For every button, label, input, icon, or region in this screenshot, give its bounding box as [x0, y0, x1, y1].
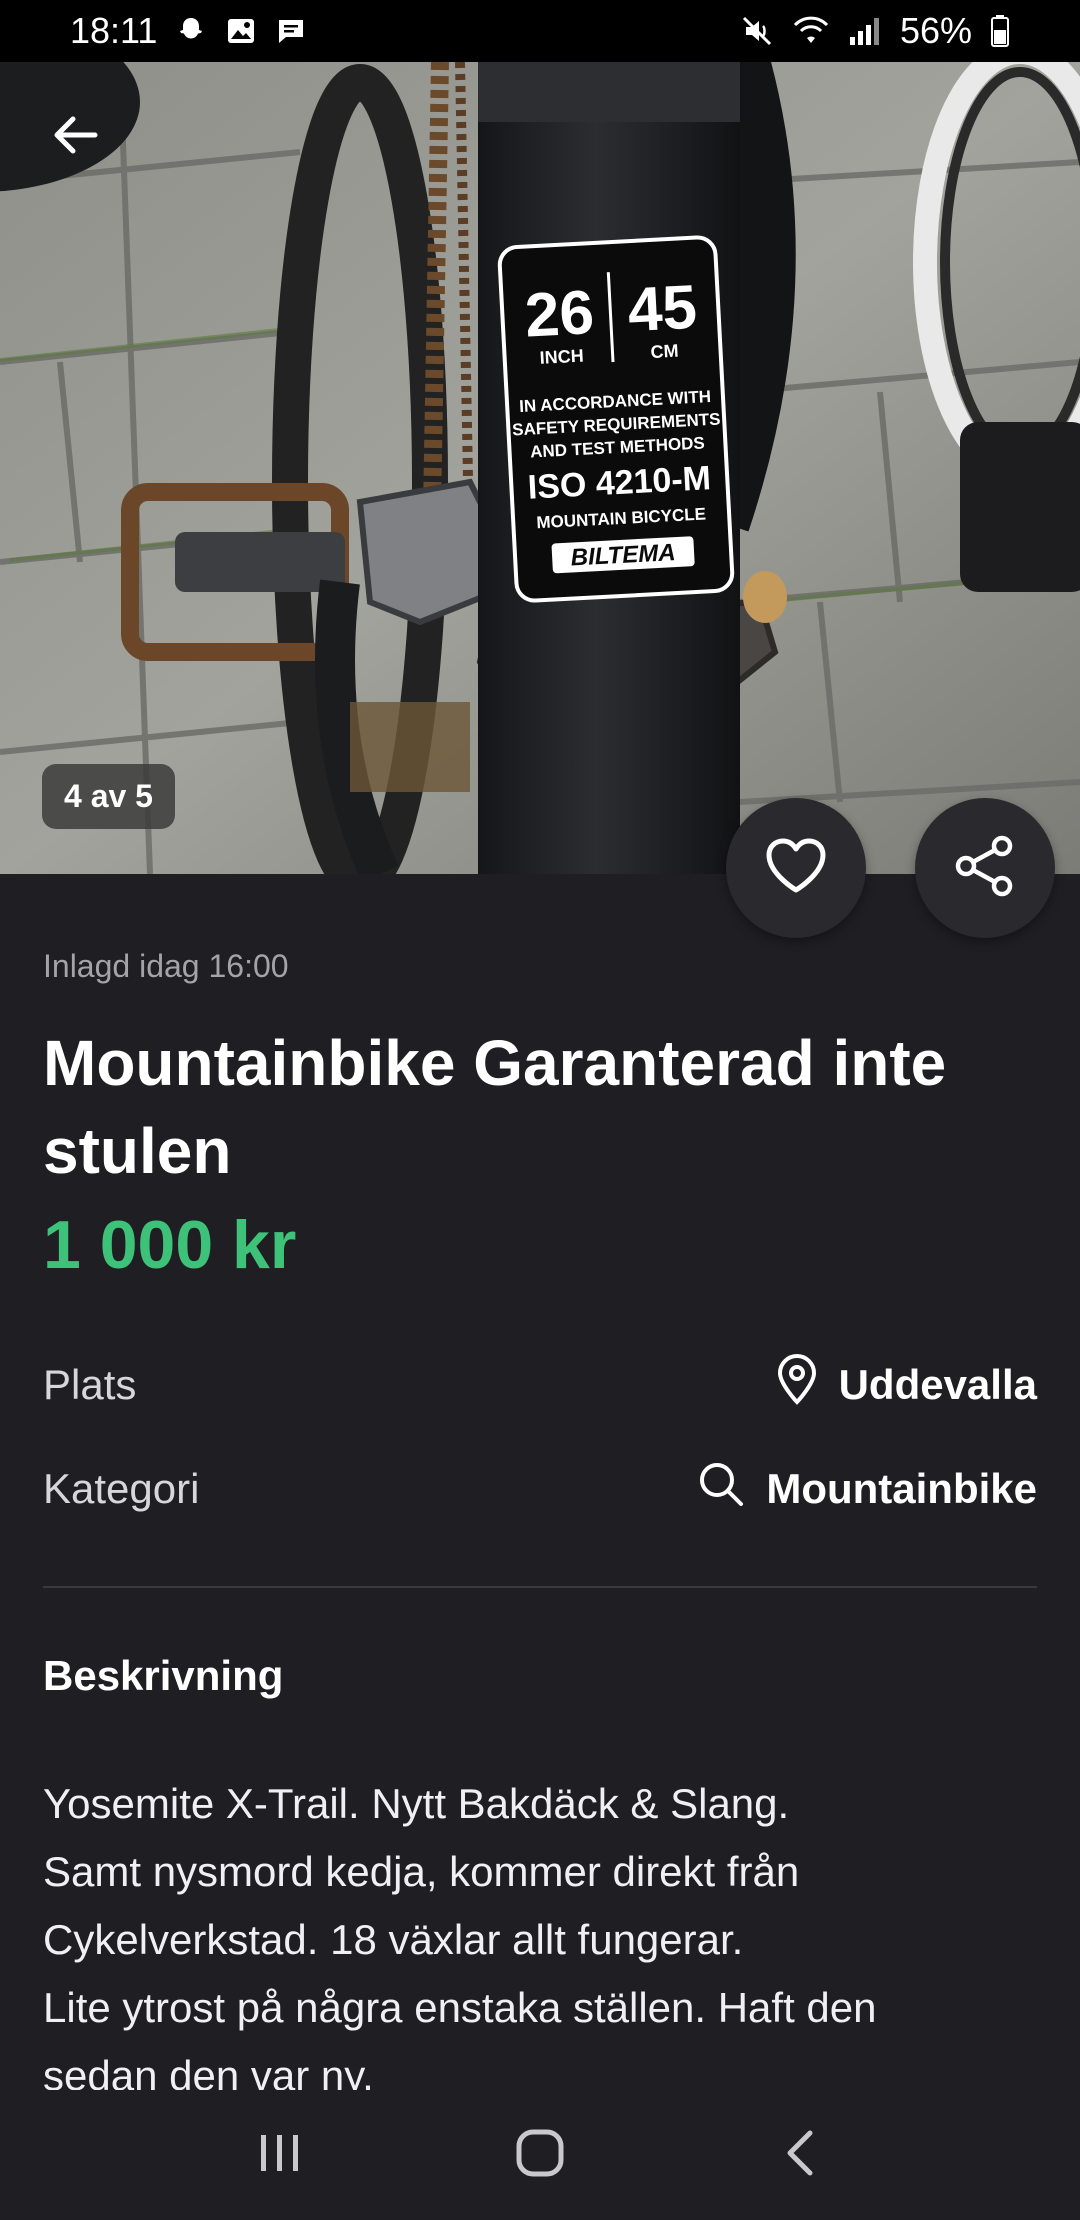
category-link[interactable]: Mountainbike	[696, 1459, 1037, 1519]
category-row: Kategori Mountainbike	[43, 1454, 1037, 1524]
description-line: Lite ytrost på några enstaka ställen. Ha…	[43, 1984, 877, 2031]
location-link[interactable]: Uddevalla	[775, 1354, 1037, 1416]
status-left: 18:11	[70, 10, 307, 52]
battery-icon	[990, 14, 1010, 48]
description-body: Yosemite X-Trail. Nytt Bakdäck & Slang. …	[43, 1770, 1037, 2110]
arrow-left-icon	[51, 115, 99, 159]
back-button[interactable]	[40, 102, 110, 172]
location-value: Uddevalla	[838, 1361, 1037, 1408]
recent-apps-button[interactable]	[220, 2105, 340, 2205]
posted-time: Inlagd idag 16:00	[43, 948, 289, 984]
battery-percent: 56%	[899, 10, 972, 51]
mute-icon	[740, 14, 774, 48]
description-line: Yosemite X-Trail. Nytt Bakdäck & Slang.	[43, 1780, 790, 1827]
wifi-icon	[792, 15, 830, 47]
status-bar: 18:11 56%	[0, 0, 1080, 62]
section-divider	[43, 1586, 1037, 1588]
status-right: 56%	[740, 10, 1010, 52]
category-label: Kategori	[43, 1465, 200, 1512]
category-value: Mountainbike	[766, 1465, 1037, 1512]
home-button[interactable]	[480, 2105, 600, 2205]
snapchat-icon	[175, 15, 207, 47]
search-icon	[696, 1459, 746, 1519]
heart-icon	[763, 836, 829, 900]
location-pin-icon	[775, 1354, 819, 1416]
recent-apps-icon	[255, 2131, 305, 2179]
description-line: Samt nysmord kedja, kommer direkt från	[43, 1848, 800, 1895]
bike-photo-image: 26 INCH 45 CM IN ACCORDANCE WITH SAFETY …	[0, 62, 1080, 874]
share-button[interactable]	[915, 798, 1055, 938]
photo-counter: 4 av 5	[42, 764, 175, 829]
signal-icon	[848, 15, 882, 47]
message-icon	[275, 15, 307, 47]
listing-price: 1 000 kr	[43, 1207, 297, 1283]
back-nav-button[interactable]	[740, 2105, 860, 2205]
system-nav-bar	[0, 2090, 1080, 2220]
sticker-inch-value: 26	[523, 278, 595, 351]
listing-photo[interactable]: 26 INCH 45 CM IN ACCORDANCE WITH SAFETY …	[0, 62, 1080, 874]
location-label: Plats	[43, 1361, 137, 1408]
image-icon	[225, 15, 257, 47]
sticker-cm-unit: CM	[650, 341, 679, 362]
status-time: 18:11	[70, 10, 158, 51]
sticker-cm-value: 45	[626, 273, 698, 346]
description-heading: Beskrivning	[43, 1652, 284, 1699]
chevron-left-icon	[782, 2128, 818, 2182]
home-icon	[514, 2127, 566, 2183]
listing-title: Mountainbike Garanterad inte stulen	[43, 1027, 947, 1187]
listing-details: Inlagd idag 16:00 Mountainbike Garantera…	[43, 940, 1037, 1293]
favorite-button[interactable]	[726, 798, 866, 938]
description-line: Cykelverkstad. 18 växlar allt fungerar.	[43, 1916, 744, 1963]
sticker-brand: BILTEMA	[570, 539, 676, 571]
location-row: Plats Uddevalla	[43, 1350, 1037, 1420]
sticker-inch-unit: INCH	[539, 346, 584, 368]
share-icon	[952, 833, 1018, 903]
